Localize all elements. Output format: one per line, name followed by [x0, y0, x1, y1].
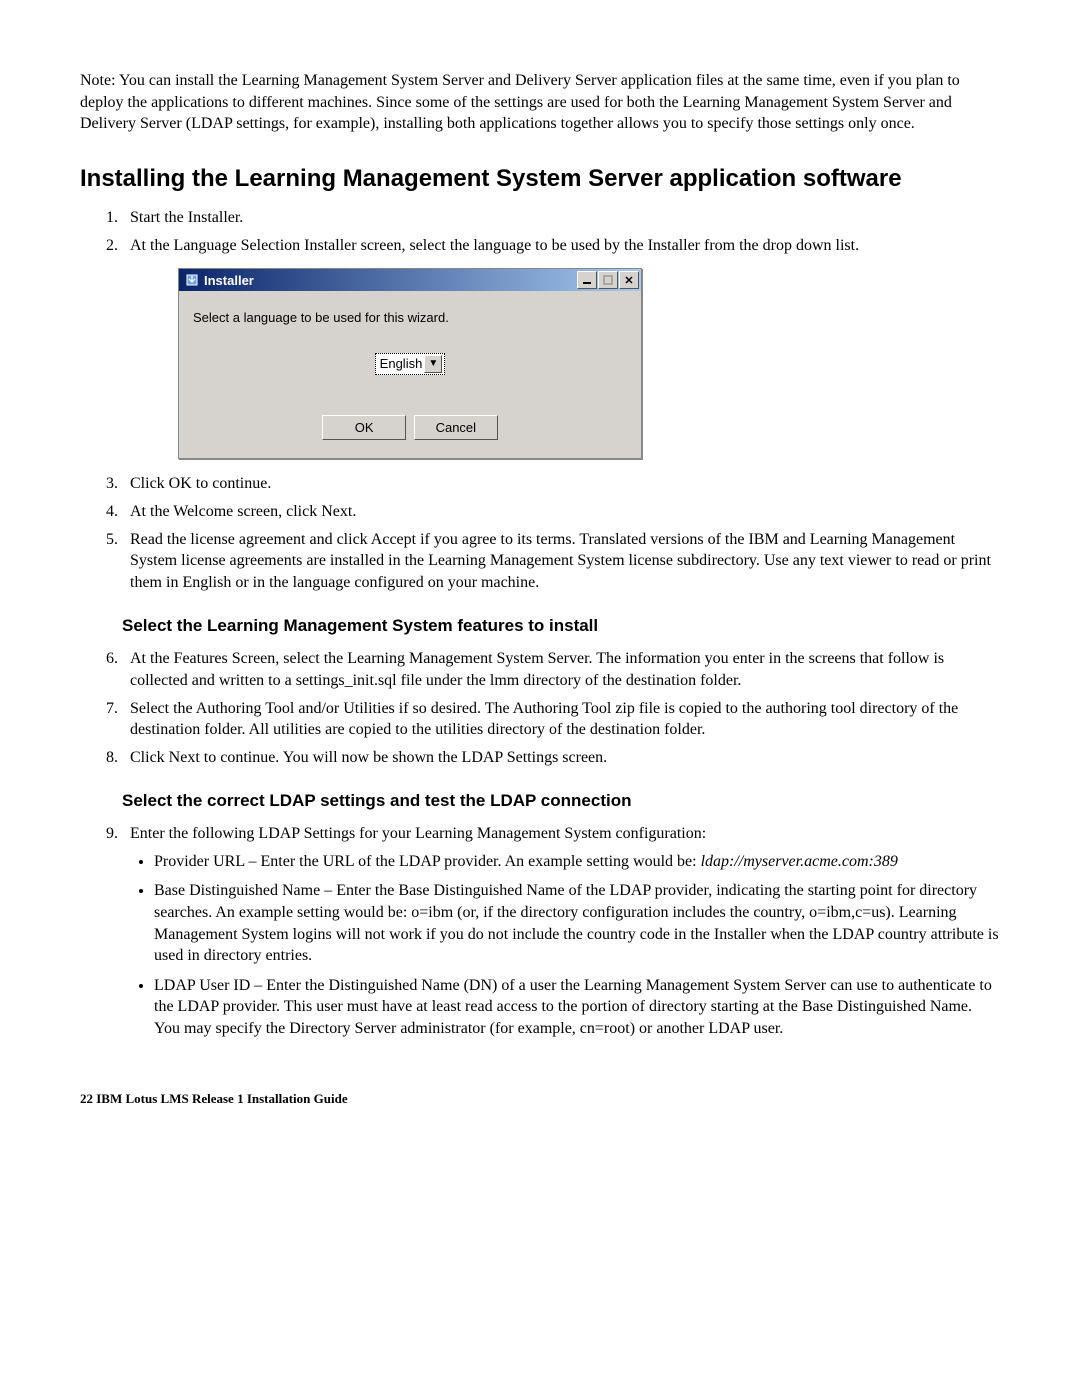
close-button[interactable]: [619, 271, 639, 289]
bullet-base-dn-text: Base Distinguished Name – Enter the Base…: [154, 882, 999, 964]
step-6: At the Features Screen, select the Learn…: [122, 648, 1000, 691]
installer-icon: [185, 273, 199, 287]
dialog-prompt: Select a language to be used for this wi…: [193, 309, 627, 327]
step-5-text: Read the license agreement and click Acc…: [130, 531, 991, 591]
bullet-base-dn: Base Distinguished Name – Enter the Base…: [154, 880, 1000, 966]
step-8: Click Next to continue. You will now be …: [122, 747, 1000, 769]
bullet-ldap-user: LDAP User ID – Enter the Distinguished N…: [154, 975, 1000, 1040]
window-buttons: [577, 271, 639, 289]
step-2: At the Language Selection Installer scre…: [122, 235, 1000, 460]
step-list-1: Start the Installer. At the Language Sel…: [80, 207, 1000, 593]
bullet-provider-url: Provider URL – Enter the URL of the LDAP…: [154, 851, 1000, 873]
intro-note: Note: You can install the Learning Manag…: [80, 70, 1000, 135]
titlebar-text: Installer: [204, 272, 572, 290]
step-1-text: Start the Installer.: [130, 209, 243, 226]
step-5: Read the license agreement and click Acc…: [122, 529, 1000, 594]
step-9: Enter the following LDAP Settings for yo…: [122, 823, 1000, 1039]
step-3-text: Click OK to continue.: [130, 475, 271, 492]
ldap-bullet-list: Provider URL – Enter the URL of the LDAP…: [130, 851, 1000, 1040]
step-list-3: Enter the following LDAP Settings for yo…: [80, 823, 1000, 1039]
step-list-2: At the Features Screen, select the Learn…: [80, 648, 1000, 768]
step-8-text: Click Next to continue. You will now be …: [130, 749, 607, 766]
language-dropdown[interactable]: English ▼: [375, 353, 446, 375]
titlebar: Installer: [179, 269, 641, 291]
ok-button[interactable]: OK: [322, 415, 406, 441]
maximize-button[interactable]: [598, 271, 618, 289]
step-9-text: Enter the following LDAP Settings for yo…: [130, 825, 706, 842]
chevron-down-icon: ▼: [424, 355, 442, 373]
dialog-body: Select a language to be used for this wi…: [179, 291, 641, 458]
subhead-ldap: Select the correct LDAP settings and tes…: [122, 790, 1000, 813]
step-3: Click OK to continue.: [122, 473, 1000, 495]
bullet-provider-url-example: ldap://myserver.acme.com:389: [701, 853, 898, 870]
installer-dialog: Installer Select a language to be used f…: [178, 268, 642, 459]
step-4-text: At the Welcome screen, click Next.: [130, 503, 356, 520]
page-footer: 22 IBM Lotus LMS Release 1 Installation …: [80, 1090, 1000, 1108]
step-7-text: Select the Authoring Tool and/or Utiliti…: [130, 700, 958, 739]
subhead-features: Select the Learning Management System fe…: [122, 615, 1000, 638]
bullet-ldap-user-text: LDAP User ID – Enter the Distinguished N…: [154, 977, 992, 1037]
step-2-text: At the Language Selection Installer scre…: [130, 237, 859, 254]
step-7: Select the Authoring Tool and/or Utiliti…: [122, 698, 1000, 741]
bullet-provider-url-text: Provider URL – Enter the URL of the LDAP…: [154, 853, 697, 870]
step-1: Start the Installer.: [122, 207, 1000, 229]
cancel-button[interactable]: Cancel: [414, 415, 498, 441]
heading-install: Installing the Learning Management Syste…: [80, 163, 1000, 195]
step-6-text: At the Features Screen, select the Learn…: [130, 650, 944, 689]
step-4: At the Welcome screen, click Next.: [122, 501, 1000, 523]
language-value: English: [380, 355, 423, 373]
minimize-button[interactable]: [577, 271, 597, 289]
